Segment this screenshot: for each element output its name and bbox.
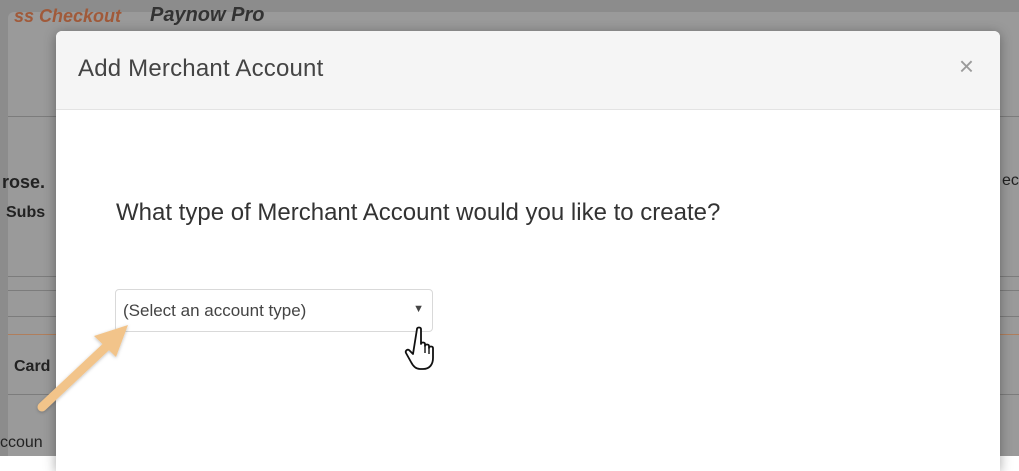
- close-icon[interactable]: ×: [959, 53, 974, 79]
- merchant-type-question: What type of Merchant Account would you …: [116, 199, 721, 226]
- chevron-down-icon: ▼: [413, 303, 424, 315]
- modal-header: Add Merchant Account ×: [56, 31, 1000, 110]
- account-type-select-value: (Select an account type): [123, 301, 307, 320]
- background-express-checkout-label: ss Checkout: [14, 6, 122, 26]
- background-text-line1: rose.: [2, 172, 46, 192]
- background-right-text: ect: [1002, 172, 1019, 189]
- modal-title: Add Merchant Account: [78, 55, 324, 82]
- account-type-select[interactable]: (Select an account type) ▼: [115, 289, 433, 332]
- add-merchant-account-modal: Add Merchant Account × What type of Merc…: [56, 31, 1000, 471]
- background-account-label: ccoun: [0, 434, 43, 451]
- background-text-line2: Subs: [6, 204, 46, 221]
- background-payflow-label: Paynow Pro: [150, 4, 265, 26]
- background-card-label: Card: [14, 358, 51, 375]
